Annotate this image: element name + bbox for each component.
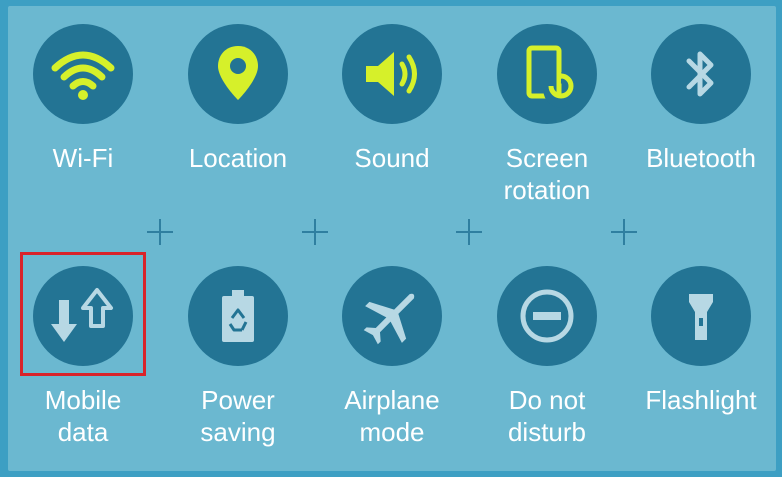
tile-label: Bluetooth: [646, 143, 756, 173]
airplane-mode-toggle[interactable]: [342, 266, 442, 366]
tile-label: Mobile data: [44, 385, 122, 447]
tile-label: Power saving: [200, 385, 276, 447]
flashlight-toggle[interactable]: [651, 266, 751, 366]
tile-label: Wi-Fi: [52, 143, 114, 173]
tile-label: Screen rotation: [503, 143, 591, 205]
tile-label: Flashlight: [645, 385, 757, 415]
wifi-icon: [51, 51, 115, 100]
tile-label: Airplane mode: [344, 385, 440, 447]
tile-flashlight[interactable]: Flashlight: [626, 266, 776, 416]
airplane-icon: [363, 293, 415, 345]
mobile-data-highlight-box: [20, 252, 146, 376]
sound-toggle[interactable]: [342, 24, 442, 124]
tile-location[interactable]: Location: [163, 24, 313, 174]
bluetooth-toggle[interactable]: [651, 24, 751, 124]
flashlight-icon: [689, 294, 713, 340]
tile-power-saving[interactable]: Power saving: [163, 266, 313, 448]
location-toggle[interactable]: [188, 24, 288, 124]
location-pin-icon: [218, 46, 258, 100]
power-saving-toggle[interactable]: [188, 266, 288, 366]
tile-label: Do not disturb: [507, 385, 587, 447]
tile-bluetooth[interactable]: Bluetooth: [626, 24, 776, 174]
quick-settings-panel: Wi-Fi Location Sound Screen rotation Blu…: [8, 6, 776, 471]
speaker-icon: [366, 52, 417, 96]
add-tile-plus-icon[interactable]: [147, 219, 173, 245]
add-tile-plus-icon[interactable]: [456, 219, 482, 245]
tile-wifi[interactable]: Wi-Fi: [8, 24, 158, 174]
do-not-disturb-icon: [520, 289, 574, 343]
screen-rotation-toggle[interactable]: [497, 24, 597, 124]
add-tile-plus-icon[interactable]: [302, 219, 328, 245]
power-saving-battery-icon: [222, 290, 254, 342]
tile-do-not-disturb[interactable]: Do not disturb: [472, 266, 622, 448]
tile-sound[interactable]: Sound: [317, 24, 467, 174]
add-tile-plus-icon[interactable]: [611, 219, 637, 245]
tile-label: Location: [188, 143, 288, 173]
tile-screen-rotation[interactable]: Screen rotation: [472, 24, 622, 206]
tile-label: Sound: [354, 143, 430, 173]
do-not-disturb-toggle[interactable]: [497, 266, 597, 366]
tile-airplane-mode[interactable]: Airplane mode: [317, 266, 467, 448]
bluetooth-icon: [686, 51, 714, 97]
wifi-toggle[interactable]: [33, 24, 133, 124]
screen-rotation-icon: [526, 45, 579, 108]
